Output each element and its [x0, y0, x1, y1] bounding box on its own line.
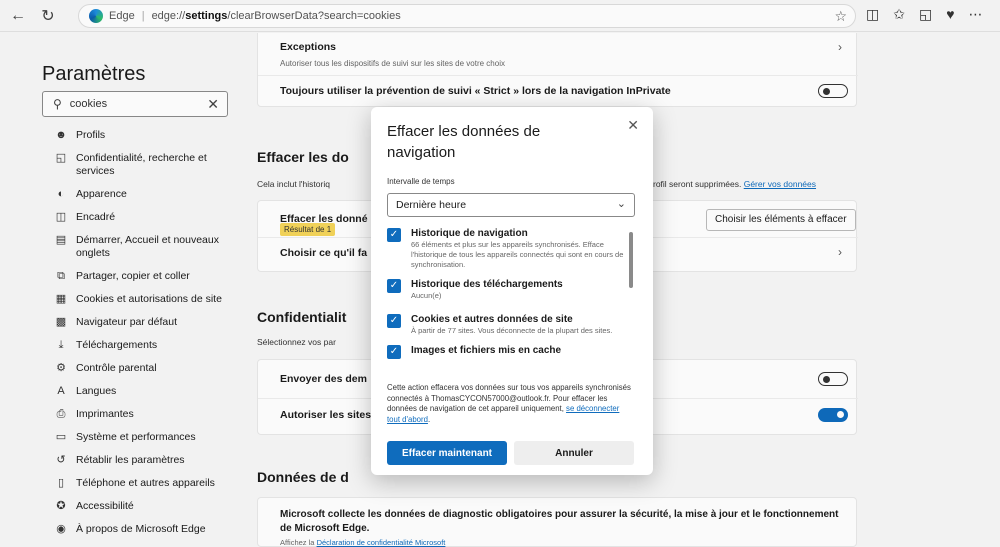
option-text: Cookies et autres données de site À part…: [411, 313, 612, 336]
option-desc: Aucun(e): [411, 291, 442, 300]
time-range-select[interactable]: Dernière heure ⌄: [387, 193, 635, 217]
checkbox-checked-icon[interactable]: ✓: [387, 228, 401, 242]
checkbox-checked-icon[interactable]: ✓: [387, 279, 401, 293]
option-title: Cookies et autres données de site: [411, 314, 573, 325]
option-text: Historique des téléchargements Aucun(e): [411, 278, 563, 301]
option-text: Historique de navigation 66 éléments et …: [411, 227, 625, 270]
chevron-down-icon: ⌄: [616, 198, 626, 210]
clear-browsing-data-dialog: Effacer les données de navigation ✕ Inte…: [371, 107, 653, 475]
option-desc: À partir de 77 sites. Vous déconnecte de…: [411, 326, 613, 335]
checkbox-checked-icon[interactable]: ✓: [387, 345, 401, 359]
option-title: Historique de navigation: [411, 228, 528, 239]
checkbox-checked-icon[interactable]: ✓: [387, 314, 401, 328]
option-title: Images et fichiers mis en cache: [411, 345, 562, 356]
close-icon[interactable]: ✕: [627, 117, 639, 134]
cancel-button[interactable]: Annuler: [514, 441, 634, 465]
option-desc: 66 éléments et plus sur les appareils sy…: [411, 240, 624, 269]
option-cached-images[interactable]: ✓ Images et fichiers mis en cache: [387, 344, 625, 359]
option-download-history[interactable]: ✓ Historique des téléchargements Aucun(e…: [387, 278, 625, 301]
time-range-value: Dernière heure: [396, 199, 467, 211]
option-browsing-history[interactable]: ✓ Historique de navigation 66 éléments e…: [387, 227, 625, 270]
clear-now-button[interactable]: Effacer maintenant: [387, 441, 507, 465]
options-list: ✓ Historique de navigation 66 éléments e…: [387, 227, 625, 375]
option-title: Historique des téléchargements: [411, 279, 563, 290]
options-scrollbar[interactable]: [629, 232, 633, 288]
option-text: Images et fichiers mis en cache: [411, 344, 561, 357]
time-range-label: Intervalle de temps: [387, 177, 455, 186]
sync-note: Cette action effacera vos données sur to…: [387, 383, 631, 424]
dialog-title: Effacer les données de navigation: [387, 123, 541, 161]
option-cookies[interactable]: ✓ Cookies et autres données de site À pa…: [387, 313, 625, 336]
